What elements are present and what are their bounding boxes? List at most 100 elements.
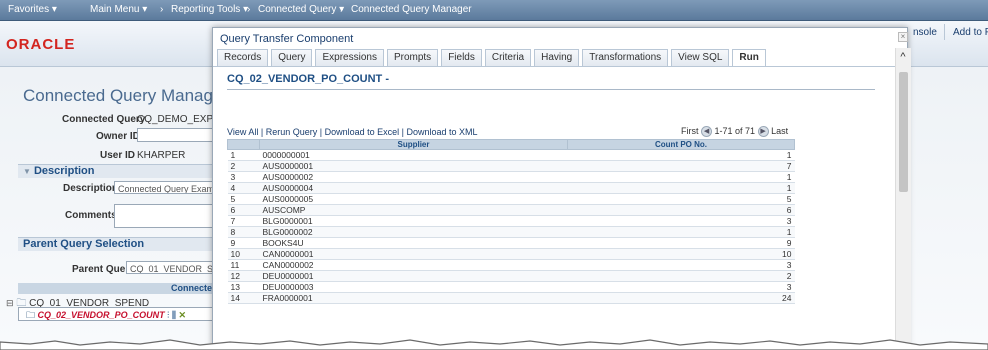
run-query-title: CQ_02_VENDOR_PO_COUNT - [227, 73, 389, 85]
row-number-cell: 5 [227, 193, 260, 205]
row-number-cell: 3 [227, 171, 260, 183]
tab-run[interactable]: Run [732, 49, 766, 66]
comments-field[interactable] [114, 204, 218, 228]
nav-connected-query[interactable]: Connected Query ▾ [258, 4, 344, 15]
modal-tabs: Records Query Expressions Prompts Fields… [217, 49, 769, 66]
connected-query-label: Connected Query [62, 114, 146, 125]
supplier-cell: AUS0000005 [259, 193, 568, 205]
count-cell: 24 [567, 292, 795, 304]
parent-query-field[interactable]: CQ_01_VENDOR_SP [126, 261, 218, 274]
next-icon[interactable]: ▶ [757, 126, 769, 138]
table-row: 2 AUS0000001 7 [227, 160, 795, 172]
tab-prompts[interactable]: Prompts [386, 49, 439, 66]
nav-favorites[interactable]: Favorites ▾ [8, 4, 57, 15]
row-number-cell: 10 [227, 248, 260, 260]
column-header-count[interactable]: Count PO No. [567, 139, 795, 150]
view-all-link[interactable]: View All [227, 127, 258, 137]
description-section-title: Description [33, 165, 95, 177]
table-row: 10 CAN0000001 10 [227, 248, 795, 260]
row-number-cell: 8 [227, 226, 260, 238]
scroll-up-icon[interactable]: ^ [896, 50, 910, 64]
table-row: 1 0000000001 1 [227, 149, 795, 161]
header-divider [944, 24, 945, 40]
add-child-icon[interactable]: ⫶ [167, 310, 169, 320]
description-field[interactable]: Connected Query Examp [114, 181, 218, 194]
table-row: 13 DEU0000003 3 [227, 281, 795, 293]
supplier-cell: BOOKS4U [259, 237, 568, 249]
query-transfer-modal: Query Transfer Component Records Query E… [212, 27, 908, 350]
collapse-icon[interactable]: ⊟ [6, 298, 14, 308]
download-excel-link[interactable]: Download to Excel [325, 127, 400, 137]
table-row: 5 AUS0000005 5 [227, 193, 795, 205]
row-number-cell: 4 [227, 182, 260, 194]
supplier-cell: AUSCOMP [259, 204, 568, 216]
tab-fields[interactable]: Fields [441, 49, 482, 66]
nav-connected-query-manager[interactable]: Connected Query Manager [351, 4, 472, 15]
download-xml-link[interactable]: Download to XML [407, 127, 478, 137]
row-number-cell: 13 [227, 281, 260, 293]
table-row: 3 AUS0000002 1 [227, 171, 795, 183]
supplier-cell: DEU0000003 [259, 281, 568, 293]
tab-transformations[interactable]: Transformations [582, 49, 669, 66]
tree-child-label: CQ_02_VENDOR_PO_COUNT [37, 310, 165, 320]
scrollbar-thumb[interactable] [899, 72, 908, 192]
table-row: 8 BLG0000002 1 [227, 226, 795, 238]
count-cell: 1 [567, 226, 795, 238]
supplier-cell: AUS0000004 [259, 182, 568, 194]
supplier-cell: BLG0000001 [259, 215, 568, 227]
console-link[interactable]: nsole [913, 27, 937, 38]
count-cell: 1 [567, 149, 795, 161]
description-section-header[interactable]: ▼ Description [18, 164, 218, 178]
previous-icon[interactable]: ◀ [701, 126, 713, 138]
first-link[interactable]: First [681, 126, 699, 136]
tab-expressions[interactable]: Expressions [315, 49, 384, 66]
tree-child-node[interactable]: 🗀 CQ_02_VENDOR_PO_COUNT ⫶ ⫼ ✕ [26, 308, 186, 324]
row-number-cell: 2 [227, 160, 260, 172]
breadcrumb-separator: › [160, 4, 164, 15]
supplier-cell: AUS0000002 [259, 171, 568, 183]
rerun-query-link[interactable]: Rerun Query [266, 127, 318, 137]
nav-main-menu[interactable]: Main Menu ▾ [90, 4, 147, 15]
supplier-cell: 0000000001 [259, 149, 568, 161]
breadcrumb-separator: › [340, 4, 344, 15]
folder-icon: 🗀 [26, 310, 36, 320]
row-number-cell: 9 [227, 237, 260, 249]
close-icon[interactable]: × [898, 32, 908, 42]
page-title: Connected Query Manager [23, 86, 229, 105]
chart-icon[interactable]: ⫼ [172, 310, 176, 320]
table-row: 11 CAN0000002 3 [227, 259, 795, 271]
results-table: Supplier Count PO No. 1 0000000001 1 2 AUS00… [227, 139, 795, 304]
top-nav-bar: Favorites ▾ Main Menu ▾ › Reporting Tool… [0, 0, 988, 21]
delete-icon[interactable]: ✕ [179, 310, 187, 320]
table-row: 14 FRA0000001 24 [227, 292, 795, 304]
user-id-label: User ID [100, 150, 136, 161]
supplier-cell: BLG0000002 [259, 226, 568, 238]
results-body: 1 0000000001 1 2 AUS0000001 7 3 AUS0000002 1 4 AUS… [227, 149, 795, 304]
last-link[interactable]: Last [771, 126, 788, 136]
add-to-favorites-link[interactable]: Add to Fa [953, 27, 988, 38]
tab-having[interactable]: Having [534, 49, 580, 66]
table-row: 9 BOOKS4U 9 [227, 237, 795, 249]
table-header-row: Supplier Count PO No. [227, 139, 795, 150]
supplier-cell: CAN0000001 [259, 248, 568, 260]
count-cell: 1 [567, 182, 795, 194]
column-header-rownum [227, 139, 260, 150]
count-cell: 10 [567, 248, 795, 260]
tab-criteria[interactable]: Criteria [484, 49, 532, 66]
owner-id-field[interactable] [137, 128, 217, 142]
row-number-cell: 1 [227, 149, 260, 161]
connected-query-value: CQ_DEMO_EXP [137, 114, 214, 125]
torn-edge [0, 339, 988, 350]
tab-query[interactable]: Query [271, 49, 313, 66]
user-id-value: KHARPER [137, 150, 186, 161]
tab-view-sql[interactable]: View SQL [671, 49, 730, 66]
row-number-cell: 7 [227, 215, 260, 227]
nav-reporting-tools[interactable]: Reporting Tools ▾ [171, 4, 248, 15]
table-row: 12 DEU0000001 2 [227, 270, 795, 282]
supplier-cell: DEU0000001 [259, 270, 568, 282]
column-header-supplier[interactable]: Supplier [259, 139, 568, 150]
pagination: First ◀ 1-71 of 71 ▶ Last [681, 126, 788, 138]
count-cell: 1 [567, 171, 795, 183]
description-label: Description [63, 183, 119, 194]
tab-records[interactable]: Records [217, 49, 269, 66]
